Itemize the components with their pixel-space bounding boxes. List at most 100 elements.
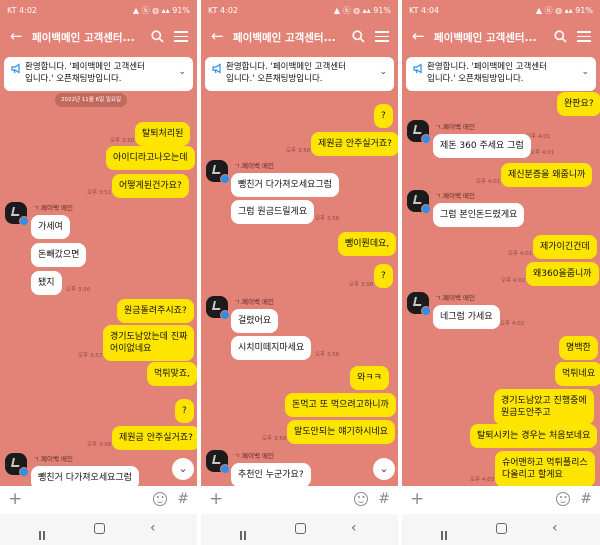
chevron-down-icon[interactable]: ⌄ bbox=[581, 67, 589, 77]
menu-icon[interactable] bbox=[174, 31, 188, 42]
message-bubble: 슈어맨하고 먹튀폴리스 다올리고 할게요 bbox=[495, 451, 595, 486]
avatar[interactable] bbox=[407, 190, 431, 214]
emoji-icon[interactable] bbox=[153, 492, 167, 506]
emoji-icon[interactable] bbox=[354, 492, 368, 506]
home-icon[interactable] bbox=[94, 523, 105, 534]
message-bubble: 가세여 bbox=[31, 215, 70, 239]
notice-text: 환영합니다. '페이백메인 고객센터 입니다.' 오픈채팅방입니다. bbox=[226, 61, 346, 85]
notice-line: 환영합니다. '페이백메인 고객센터 bbox=[25, 62, 145, 72]
home-icon[interactable] bbox=[496, 523, 507, 534]
plus-icon[interactable]: + bbox=[209, 488, 223, 510]
back-icon[interactable]: ‹ bbox=[552, 520, 558, 536]
sender-name: ㄱ.페이백 메인 bbox=[234, 298, 275, 306]
search-icon[interactable] bbox=[554, 30, 567, 43]
message-line: 원금도안주고 bbox=[501, 408, 551, 418]
sender-name: ㄱ.페이백 메인 bbox=[234, 452, 275, 460]
megaphone-icon bbox=[11, 63, 20, 74]
logo-icon bbox=[11, 207, 21, 216]
message-bubble: 추천인 누군가요? bbox=[231, 463, 311, 486]
message-bubble: 걸렸어요 bbox=[231, 309, 279, 333]
message-bubble: 제원금 안주실거죠? bbox=[112, 426, 197, 450]
message-bubble: 탈퇴시키는 경우는 처음보네요 bbox=[470, 424, 598, 448]
hash-icon[interactable]: # bbox=[580, 489, 592, 509]
back-arrow-icon[interactable]: ← bbox=[10, 27, 23, 45]
avatar[interactable] bbox=[407, 292, 431, 316]
message-line: 다올리고 할게요 bbox=[502, 470, 563, 480]
sender-name: ㄱ.페이백 메인 bbox=[234, 162, 275, 170]
megaphone-icon bbox=[413, 63, 422, 74]
message-bubble: 어떻게된건가요? bbox=[112, 174, 189, 198]
badge-icon bbox=[421, 306, 431, 316]
sender-name: ㄱ.페이백 메인 bbox=[435, 192, 476, 200]
badge-icon bbox=[220, 464, 230, 474]
back-arrow-icon[interactable]: ← bbox=[211, 27, 224, 45]
chevron-down-icon[interactable]: ⌄ bbox=[178, 67, 186, 77]
message-bubble: 그럼 원금드릴게요 bbox=[231, 200, 315, 224]
notice-line: 환영합니다. '페이백메인 고객센터 bbox=[427, 62, 547, 72]
plus-icon[interactable]: + bbox=[8, 488, 22, 510]
message-time: 오후 3:59 bbox=[262, 436, 287, 442]
menu-icon[interactable] bbox=[577, 31, 591, 42]
status-icons: ▲ ⓑ ◍ ▴▴ 91% bbox=[333, 6, 391, 15]
status-icons: ▲ ⓑ ◍ ▴▴ 91% bbox=[535, 6, 593, 15]
chat-title: 페이백메인 고객센터... bbox=[233, 32, 336, 44]
search-icon[interactable] bbox=[151, 30, 164, 43]
chat-messages[interactable]: 탈퇴처리된 오후 3:50 아이디라고나오는데 어떻게된건가요? 오후 3:51… bbox=[0, 52, 197, 486]
menu-icon[interactable] bbox=[375, 31, 389, 42]
system-navbar: ‹ bbox=[402, 514, 600, 545]
scroll-down-button[interactable]: ⌄ bbox=[373, 458, 395, 480]
input-bar: + # bbox=[402, 486, 600, 514]
recents-icon[interactable] bbox=[39, 525, 50, 540]
notice-banner[interactable]: 환영합니다. '페이백메인 고객센터 입니다.' 오픈채팅방입니다. ⌄ bbox=[205, 57, 394, 91]
home-icon[interactable] bbox=[295, 523, 306, 534]
emoji-icon[interactable] bbox=[556, 492, 570, 506]
sender-name: ㄱ.페이백 메인 bbox=[435, 294, 476, 302]
status-bar: KT 4:02 ▲ ⓑ ◍ ▴▴ 91% bbox=[201, 0, 398, 22]
avatar[interactable] bbox=[206, 160, 230, 184]
message-bubble: 뺑이뭔데요, bbox=[338, 232, 397, 256]
avatar[interactable] bbox=[206, 296, 230, 320]
message-bubble: 제가이긴건데 bbox=[533, 235, 597, 259]
badge-icon bbox=[19, 467, 29, 477]
avatar[interactable] bbox=[5, 453, 29, 477]
back-icon[interactable]: ‹ bbox=[150, 520, 156, 536]
notice-banner[interactable]: 환영합니다. '페이백메인 고객센터 입니다.' 오픈채팅방입니다. ⌄ bbox=[406, 57, 596, 91]
back-arrow-icon[interactable]: ← bbox=[412, 27, 425, 45]
message-bubble: 제원금 안주실거죠? bbox=[311, 132, 398, 156]
message-time: 오후 3:56 bbox=[66, 287, 91, 293]
notice-line: 환영합니다. '페이백메인 고객센터 bbox=[226, 62, 346, 72]
status-icons: ▲ ⓑ ◍ ▴▴ 91% bbox=[132, 6, 190, 15]
notice-banner[interactable]: 환영합니다. '페이백메인 고객센터 입니다.' 오픈채팅방입니다. ⌄ bbox=[4, 57, 193, 91]
logo-icon bbox=[212, 165, 222, 174]
back-icon[interactable]: ‹ bbox=[351, 520, 357, 536]
scroll-down-button[interactable]: ⌄ bbox=[172, 458, 194, 480]
avatar[interactable] bbox=[5, 202, 29, 226]
message-time: 오후 3:51 bbox=[87, 190, 112, 196]
logo-icon bbox=[413, 125, 423, 134]
recents-icon[interactable] bbox=[240, 525, 251, 540]
hash-icon[interactable]: # bbox=[378, 489, 390, 509]
plus-icon[interactable]: + bbox=[410, 488, 424, 510]
chat-screenshot-3: KT 4:04 ▲ ⓑ ◍ ▴▴ 91% ← 페이백메인 고객센터... 완판요… bbox=[402, 0, 600, 545]
chat-messages[interactable]: 완판요? 오후 4:01 ㄱ.페이백 메인 제돈 360 주세요 그럼 오후 4… bbox=[402, 52, 600, 486]
hash-icon[interactable]: # bbox=[177, 489, 189, 509]
chevron-down-icon[interactable]: ⌄ bbox=[379, 67, 387, 77]
notice-text: 환영합니다. '페이백메인 고객센터 입니다.' 오픈채팅방입니다. bbox=[427, 61, 547, 85]
message-time: 오후 4:02 bbox=[500, 321, 525, 327]
chat-header: ← 페이백메인 고객센터... bbox=[0, 22, 197, 52]
badge-icon bbox=[421, 134, 431, 144]
avatar[interactable] bbox=[206, 450, 230, 474]
search-icon[interactable] bbox=[352, 30, 365, 43]
message-bubble: 시치미떼지마세요 bbox=[231, 336, 312, 360]
message-time: 오후 3:50 bbox=[110, 138, 135, 144]
message-bubble: 뺑친거 다가져오세요그럼 bbox=[231, 173, 339, 197]
system-navbar: ‹ bbox=[201, 514, 398, 545]
message-bubble: 제신분증을 왜줍니까 bbox=[501, 163, 593, 187]
recents-icon[interactable] bbox=[441, 525, 452, 540]
avatar[interactable] bbox=[407, 120, 431, 144]
chat-title: 페이백메인 고객센터... bbox=[434, 32, 537, 44]
message-line: 슈어맨하고 먹튀폴리스 bbox=[502, 458, 588, 468]
message-bubble: 됐지 bbox=[31, 271, 62, 295]
chat-messages[interactable]: ? 제원금 안주실거죠? 오후 3:58 ㄱ.페이백 메인 뺑친거 다가져오세요… bbox=[201, 52, 398, 486]
message-bubble: 탈퇴처리된 bbox=[135, 122, 191, 146]
